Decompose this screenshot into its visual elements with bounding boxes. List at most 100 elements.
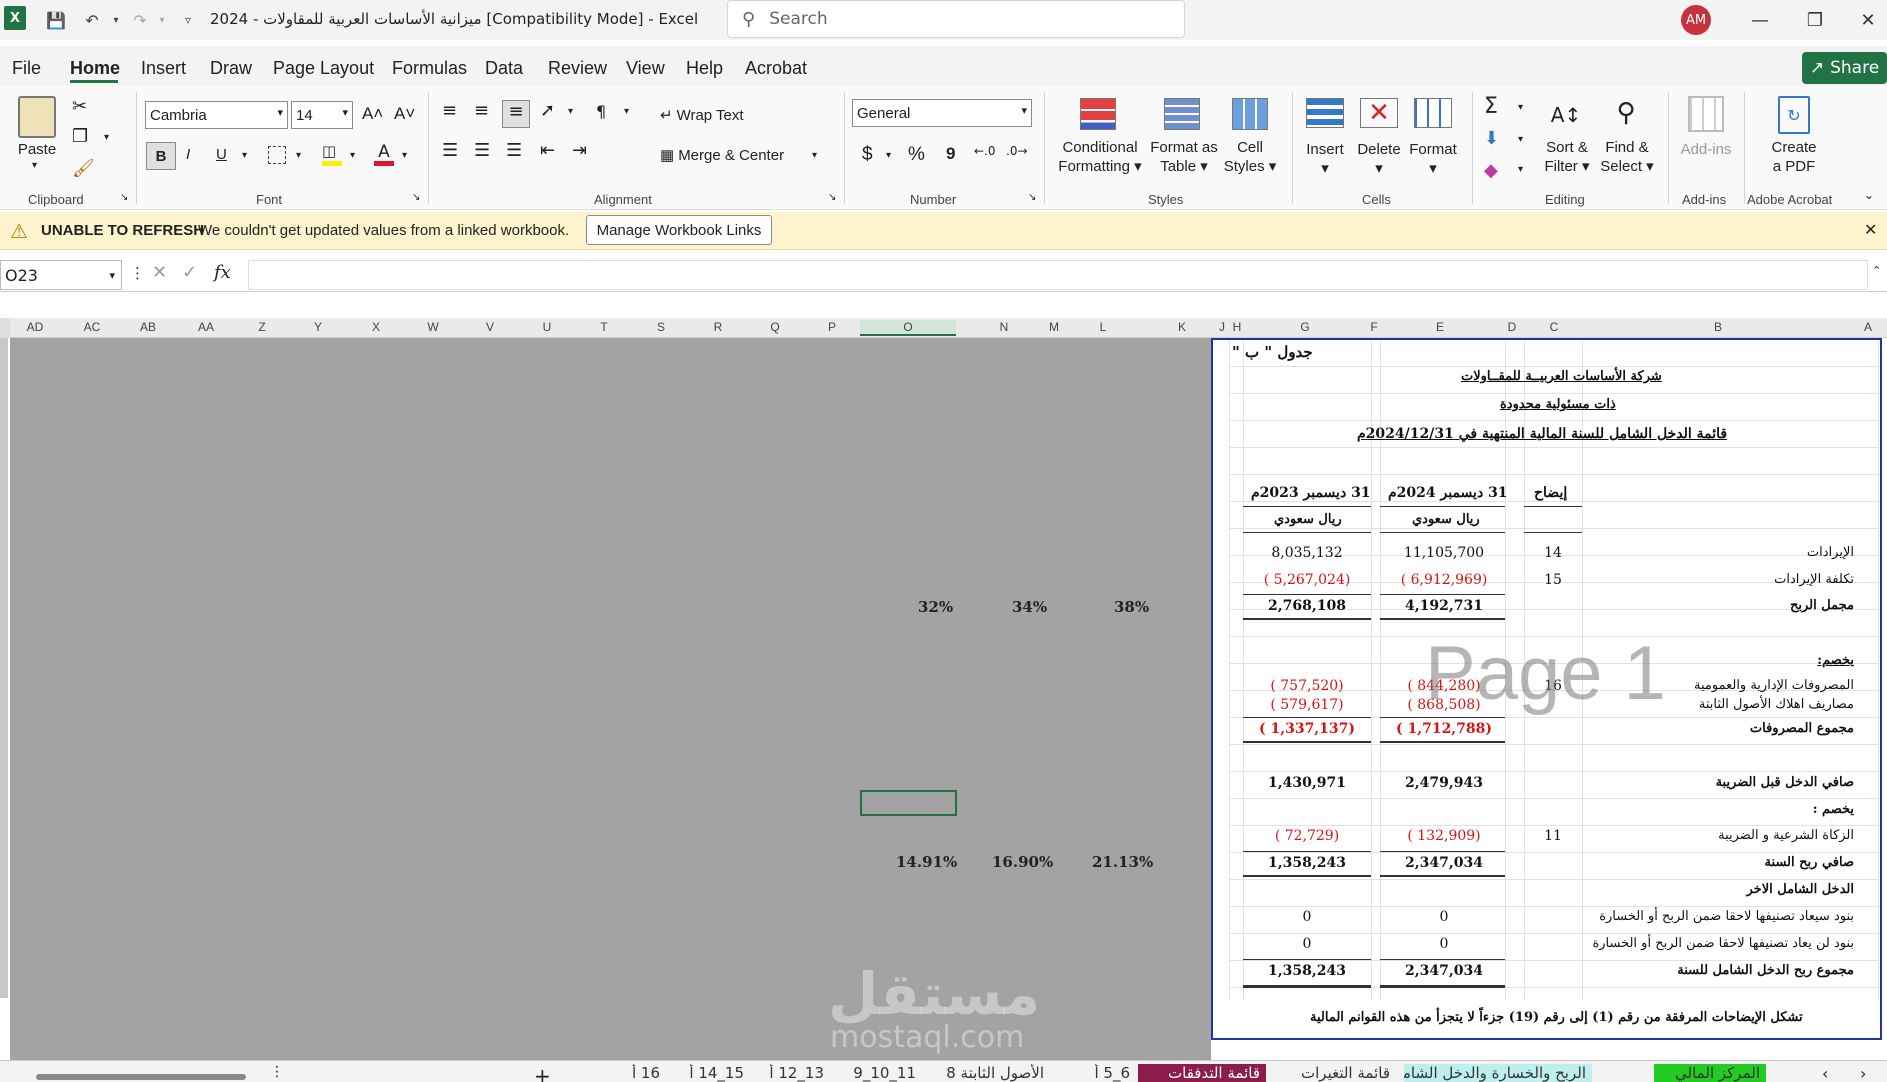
column-header-g[interactable]: G: [1295, 320, 1315, 334]
format-painter-icon[interactable]: 🖌: [72, 158, 95, 179]
selected-cell-o23[interactable]: [860, 790, 957, 816]
column-header-r[interactable]: R: [708, 320, 728, 334]
non-print-area[interactable]: [10, 338, 1211, 1060]
avatar[interactable]: AM: [1681, 5, 1711, 35]
paste-label[interactable]: Paste: [14, 140, 60, 159]
insert-cells-label[interactable]: Insert ▾: [1296, 140, 1354, 178]
font-launcher-icon[interactable]: ↘: [412, 192, 420, 203]
search-box[interactable]: ⚲ Search: [727, 0, 1185, 38]
currency-dropdown-icon[interactable]: ▾: [886, 150, 891, 161]
create-pdf-label[interactable]: Create a PDF: [1758, 138, 1830, 176]
undo-icon[interactable]: ↶: [80, 8, 104, 32]
alignment-launcher-icon[interactable]: ↘: [828, 192, 836, 203]
fill-color-icon[interactable]: ◫: [322, 142, 342, 166]
fill-color-dropdown-icon[interactable]: ▾: [350, 150, 355, 161]
enter-icon[interactable]: ✓: [182, 262, 197, 283]
sort-filter-label[interactable]: Sort & Filter ▾: [1540, 138, 1594, 176]
vertical-scrollbar-left[interactable]: [0, 338, 8, 998]
menu-help[interactable]: Help: [686, 58, 723, 79]
merge-center-button[interactable]: ▦ Merge & Center: [660, 146, 784, 165]
align-left-icon[interactable]: ☰: [442, 140, 458, 161]
column-header-d[interactable]: D: [1502, 320, 1522, 334]
menu-insert[interactable]: Insert: [141, 58, 186, 79]
redo-icon[interactable]: ↷: [128, 8, 152, 32]
font-color-dropdown-icon[interactable]: ▾: [402, 150, 407, 161]
delete-cells-label[interactable]: Delete ▾: [1350, 140, 1408, 178]
fill-icon[interactable]: ⬇: [1484, 128, 1499, 149]
shrink-font-button[interactable]: A˅: [394, 104, 415, 124]
sheet-tab[interactable]: المركز المالي: [1654, 1064, 1766, 1082]
menu-data[interactable]: Data: [485, 58, 523, 79]
sort-filter-icon[interactable]: A↕: [1548, 98, 1584, 132]
minimize-icon[interactable]: —: [1737, 6, 1783, 34]
column-header-n[interactable]: N: [994, 320, 1014, 334]
format-cells-label[interactable]: Format ▾: [1404, 140, 1462, 178]
currency-button[interactable]: $: [862, 144, 873, 166]
column-header-p[interactable]: P: [822, 320, 842, 334]
tab-scroll-left-icon[interactable]: ‹: [1822, 1064, 1828, 1082]
conditional-formatting-label[interactable]: Conditional Formatting ▾: [1052, 138, 1148, 176]
clear-dropdown-icon[interactable]: ▾: [1518, 164, 1523, 175]
number-launcher-icon[interactable]: ↘: [1028, 192, 1036, 203]
column-header-aa[interactable]: AA: [196, 320, 216, 334]
undo-dropdown-icon[interactable]: ▾: [104, 8, 128, 32]
formula-options-icon[interactable]: ⋮: [130, 264, 145, 282]
cell-styles-label[interactable]: Cell Styles ▾: [1220, 138, 1280, 176]
orientation-dropdown-icon[interactable]: ▾: [568, 106, 573, 117]
percent-button[interactable]: %: [908, 144, 925, 166]
conditional-formatting-icon[interactable]: [1080, 98, 1116, 130]
column-header-u[interactable]: U: [537, 320, 557, 334]
manage-workbook-links-button[interactable]: Manage Workbook Links: [586, 215, 772, 245]
find-select-label[interactable]: Find & Select ▾: [1598, 138, 1656, 176]
column-header-x[interactable]: X: [366, 320, 386, 334]
expand-formula-bar-icon[interactable]: ⌃: [1872, 264, 1881, 277]
autosum-dropdown-icon[interactable]: ▾: [1518, 102, 1523, 113]
column-header-v[interactable]: V: [480, 320, 500, 334]
create-pdf-icon[interactable]: ↻: [1778, 96, 1810, 134]
column-header-s[interactable]: S: [651, 320, 671, 334]
clipboard-launcher-icon[interactable]: ↘: [120, 192, 128, 203]
delete-cells-icon[interactable]: ✕: [1360, 98, 1398, 128]
menu-home[interactable]: Home: [70, 58, 120, 79]
column-header-f[interactable]: F: [1364, 320, 1384, 334]
column-header-o[interactable]: O: [860, 320, 956, 336]
font-color-icon[interactable]: A: [374, 142, 394, 166]
column-header-t[interactable]: T: [594, 320, 614, 334]
sheet-tab[interactable]: 6_5 أ: [1078, 1064, 1136, 1082]
autosum-icon[interactable]: Σ: [1484, 94, 1498, 119]
orientation-icon[interactable]: ➚: [540, 100, 555, 121]
number-format-select[interactable]: General ▾: [852, 99, 1032, 127]
increase-indent-icon[interactable]: ⇥: [572, 140, 587, 161]
decrease-decimal-icon[interactable]: .0→: [1006, 144, 1028, 158]
column-header-b[interactable]: B: [1708, 320, 1728, 334]
ribbon-collapse-icon[interactable]: ⌄: [1864, 188, 1874, 202]
formula-input[interactable]: [248, 260, 1868, 290]
menu-page-layout[interactable]: Page Layout: [273, 58, 374, 79]
column-header-ad[interactable]: AD: [25, 320, 45, 334]
sheet-tab[interactable]: الأصول الثابتة 8: [932, 1064, 1050, 1082]
customize-qat-icon[interactable]: ▿: [176, 8, 200, 32]
column-header-q[interactable]: Q: [765, 320, 785, 334]
paste-icon[interactable]: [18, 96, 56, 138]
wrap-text-button[interactable]: ↵ Wrap Text: [660, 106, 744, 125]
comma-button[interactable]: 9: [946, 144, 955, 164]
column-header-e[interactable]: E: [1430, 320, 1450, 334]
close-icon[interactable]: ✕: [1845, 6, 1887, 34]
sheet-tab[interactable]: قائمة التدفقات: [1138, 1064, 1266, 1082]
fill-dropdown-icon[interactable]: ▾: [1518, 134, 1523, 145]
align-right-icon[interactable]: ☰: [506, 140, 522, 161]
horizontal-scrollbar[interactable]: [36, 1074, 246, 1080]
middle-align-icon[interactable]: ≡: [474, 100, 489, 121]
add-ins-icon[interactable]: [1688, 96, 1724, 132]
borders-icon[interactable]: [268, 146, 286, 164]
format-cells-icon[interactable]: [1414, 98, 1452, 128]
italic-button[interactable]: I: [186, 146, 190, 163]
copy-icon[interactable]: ❐: [72, 126, 88, 147]
sheet-tab[interactable]: 16 أ: [612, 1064, 666, 1082]
restore-icon[interactable]: ❐: [1792, 6, 1838, 34]
cancel-icon[interactable]: ✕: [152, 262, 167, 283]
cut-icon[interactable]: ✂: [72, 96, 87, 117]
decrease-indent-icon[interactable]: ⇤: [540, 140, 555, 161]
menu-review[interactable]: Review: [548, 58, 607, 79]
sheet-tab[interactable]: 15_14 أ: [672, 1064, 750, 1082]
